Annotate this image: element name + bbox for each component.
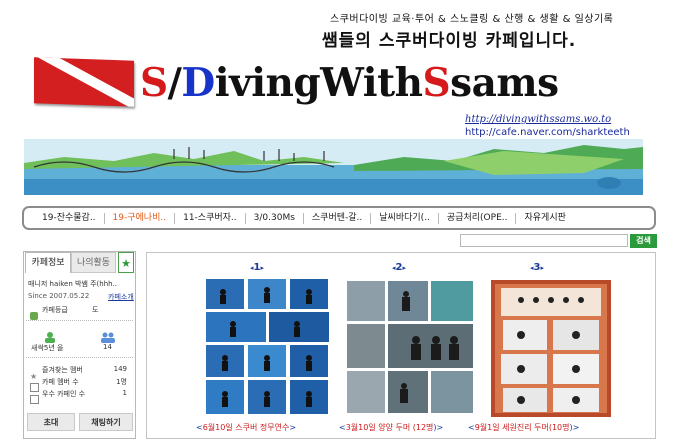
cafe-subtitle: 쌤들의 스쿠버다이빙 카페입니다. [322, 31, 577, 51]
caption-bracket: < [339, 423, 346, 432]
stat-label: 카페 멤버 수 [42, 378, 79, 386]
stat-count: 149 [113, 365, 127, 373]
grade-icon [30, 305, 38, 324]
menu-item[interactable]: 자유게시판 [516, 213, 573, 224]
cafe-intro-link[interactable]: 카페소개 [108, 292, 134, 302]
tab-my-activity[interactable]: 나의활동 [71, 252, 116, 273]
menu-item[interactable]: 19-잔수물감.. [34, 212, 105, 224]
checkbox-icon [30, 389, 39, 408]
post-caption-1[interactable]: <6월10일 스쿠버 정무연수> [196, 422, 296, 433]
cafe-tagline: 스쿠버다이빙 교육·투어 & 스노클링 & 산행 & 생활 & 일상기록 [330, 14, 614, 25]
stat-count: 1명 [116, 378, 127, 386]
divider [26, 357, 133, 358]
cafe-logo[interactable]: S/DivingWithSsams [140, 58, 559, 108]
caption-title: 9월1일 세원진리 두머(10명 [474, 423, 570, 432]
caption-bracket: < [196, 423, 203, 432]
search-button[interactable]: 검색 [630, 234, 657, 248]
stat-label: 우수 카페인 수 [42, 390, 86, 398]
post-thumbnail-2[interactable] [346, 280, 474, 414]
grade-value: 도 [92, 306, 99, 314]
logo-part: W [320, 60, 363, 106]
post-thumbnail-1[interactable] [205, 278, 330, 416]
diving-photo-collage [346, 280, 474, 414]
stat-label: 즐겨찾는 멤버 [42, 366, 83, 374]
chat-button[interactable]: 채팅하기 [79, 413, 133, 431]
sidebar-tabs: 카페정보 나의활동 ★ [23, 252, 136, 274]
logo-part: S [422, 60, 451, 106]
menu-item[interactable]: 3/0.30Ms [246, 212, 304, 224]
menu-item[interactable]: 공급처리(OPE.. [439, 212, 517, 224]
logo-part: sams [450, 60, 559, 106]
divider [26, 320, 133, 321]
stat-count: 1 [122, 389, 127, 397]
dive-flag-icon [34, 57, 134, 107]
rank-label-3: ◂3▸ [530, 262, 544, 273]
tab-cafe-info[interactable]: 카페정보 [25, 252, 71, 273]
diving-photo-collage [491, 280, 611, 417]
logo-part: ith [362, 60, 423, 106]
search-input[interactable] [460, 234, 628, 247]
favorite-star-icon[interactable]: ★ [118, 252, 134, 273]
post-thumbnail-3[interactable] [491, 280, 611, 417]
caption-bracket: < [468, 423, 475, 432]
rank-label-1: ◂1▸ [250, 262, 264, 273]
logo-part: iving [214, 60, 321, 106]
invite-button[interactable]: 초대 [27, 413, 75, 431]
caption-title: 6월10일 스쿠버 정무연수 [202, 423, 290, 432]
since-date: Since 2007.05.22 [28, 292, 90, 300]
logo-part: S [140, 60, 168, 106]
menu-item[interactable]: 스쿠버텐-갈.. [304, 212, 372, 224]
member-level-label: 새싹5년 을 [31, 344, 64, 352]
board-menu-bar: 19-잔수물감.. 19-구에나비.. 11-스쿠버자.. 3/0.30Ms 스… [22, 206, 656, 230]
caption-title: 3월10일 양양 두머 (12명 [345, 423, 434, 432]
post-caption-3[interactable]: <9월1일 세원진리 두머(10명)> [468, 422, 579, 433]
post-caption-2[interactable]: <3월10일 양양 두머 (12명)> [339, 422, 443, 433]
logo-part: D [181, 60, 215, 106]
menu-item[interactable]: 날씨바다기(.. [371, 212, 439, 224]
banner-strip-image [24, 139, 643, 195]
banner-strip-art [24, 139, 643, 195]
homepage-link[interactable]: http://divingwithssams.wo.to [465, 114, 611, 125]
rank-label-2: ◂2▸ [392, 262, 406, 273]
caption-bracket: )> [569, 423, 580, 432]
cafe-url-link[interactable]: http://cafe.naver.com/sharkteeth [465, 127, 630, 138]
manager-info: 매니저 haiken 박쌤 주(hhh.. [28, 280, 118, 288]
diving-photo-collage [205, 278, 330, 416]
caption-bracket: > [289, 423, 297, 432]
member-count: 14 [103, 343, 112, 351]
caption-bracket: )> [433, 423, 444, 432]
grade-label: 카페등급 [42, 306, 68, 314]
menu-item[interactable]: 11-스쿠버자.. [175, 212, 246, 224]
logo-part: / [167, 60, 182, 106]
menu-item-active[interactable]: 19-구에나비.. [105, 212, 176, 224]
